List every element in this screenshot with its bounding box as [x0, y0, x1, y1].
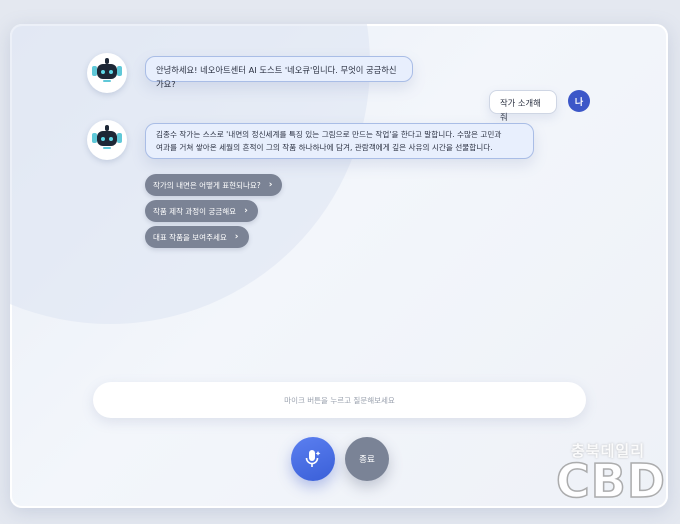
bot-avatar	[87, 120, 127, 160]
robot-mouth	[103, 80, 111, 82]
robot-icon	[97, 131, 117, 146]
microphone-icon	[305, 450, 321, 467]
robot-mouth	[103, 147, 111, 149]
end-button[interactable]: 종료	[345, 437, 389, 481]
robot-icon	[97, 64, 117, 79]
bot-message-line: 김종수 작가는 스스로 '내면의 정신세계를 특징 있는 그림으로 만드는 작업…	[156, 130, 502, 139]
input-placeholder: 마이크 버튼을 누르고 질문해보세요	[284, 395, 395, 405]
suggestion-label: 작가의 내면은 어떻게 표현되나요?	[153, 180, 261, 190]
suggestion-chip[interactable]: 작가의 내면은 어떻게 표현되나요? ›	[145, 174, 283, 196]
robot-ear	[117, 133, 122, 143]
user-avatar: 나	[568, 90, 590, 112]
end-button-label: 종료	[359, 455, 375, 465]
suggestion-label: 대표 작품을 보여주세요	[153, 232, 227, 242]
bot-avatar	[87, 53, 127, 93]
robot-ear	[117, 66, 122, 76]
robot-eye	[109, 70, 113, 74]
chevron-right-icon: ›	[244, 206, 248, 216]
bot-message: 안녕하세요! 네오아트센터 AI 도스트 '네오큐'입니다. 무엇이 궁금하신가…	[145, 56, 413, 89]
chevron-right-icon: ›	[234, 232, 239, 242]
watermark-logo: CBD	[555, 454, 667, 508]
robot-eye	[101, 137, 105, 141]
mic-button[interactable]	[291, 437, 335, 481]
voice-input-bar[interactable]: 마이크 버튼을 누르고 질문해보세요	[93, 382, 586, 418]
bot-message-line: 여과를 거쳐 쌓아온 세월의 흔적이 그의 작품 하나하나에 담겨, 관람객에게…	[156, 143, 493, 152]
suggestion-chip[interactable]: 작품 제작 과정이 궁금해요 ›	[145, 200, 258, 222]
suggestion-chip[interactable]: 대표 작품을 보여주세요 ›	[145, 226, 249, 248]
robot-eye	[109, 137, 113, 141]
chevron-right-icon: ›	[268, 180, 273, 190]
user-message: 작가 소개해줘	[489, 90, 557, 122]
robot-eye	[101, 70, 105, 74]
suggestion-label: 작품 제작 과정이 궁금해요	[153, 206, 237, 216]
bot-message: 김종수 작가는 스스로 '내면의 정신세계를 특징 있는 그림으로 만드는 작업…	[145, 123, 534, 159]
